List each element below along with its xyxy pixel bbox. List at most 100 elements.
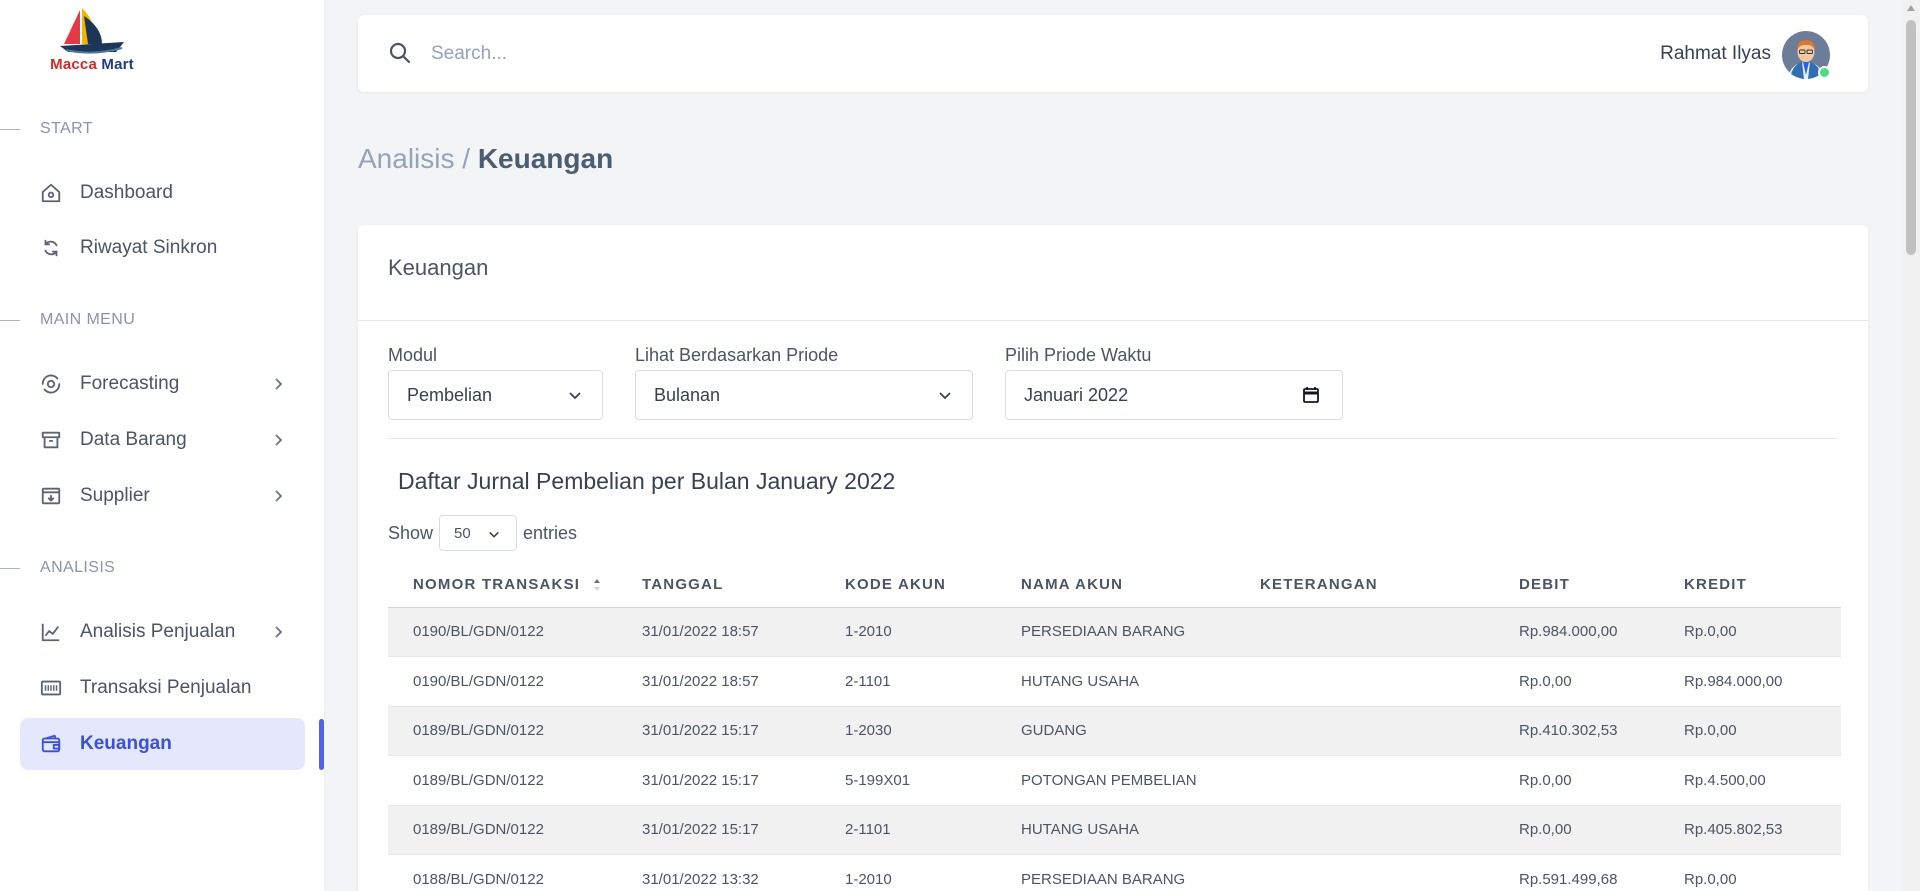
table-cell: 31/01/2022 15:17: [617, 805, 820, 855]
table-cell: 0188/BL/GDN/0122: [388, 854, 617, 891]
breadcrumb-parent[interactable]: Analisis: [358, 143, 454, 174]
section-label-start: START: [40, 120, 93, 137]
table-cell: Rp.4.500,00: [1659, 755, 1841, 806]
sidebar-item-label: Analisis Penjualan: [80, 621, 236, 642]
table-row[interactable]: 0190/BL/GDN/0122 31/01/2022 18:57 1-2010…: [388, 607, 1841, 657]
sailboat-logo-icon: [60, 8, 124, 54]
sidebar-item-label: Data Barang: [80, 429, 187, 450]
table-cell: 2-1101: [820, 805, 996, 855]
user-name[interactable]: Rahmat Ilyas: [1660, 43, 1771, 65]
chevron-right-icon: [275, 378, 283, 390]
page-scrollbar[interactable]: [1902, 0, 1920, 891]
brand-name: Macca Mart: [44, 56, 140, 73]
sidebar-item-forecasting[interactable]: Forecasting: [20, 358, 305, 410]
table-row[interactable]: 0189/BL/GDN/0122 31/01/2022 15:17 2-1101…: [388, 805, 1841, 855]
sidebar-item-riwayat-sinkron[interactable]: Riwayat Sinkron: [20, 222, 305, 274]
modul-value: Pembelian: [407, 384, 493, 405]
sidebar-item-keuangan[interactable]: Keuangan: [20, 718, 305, 770]
online-status-indicator: [1818, 66, 1831, 79]
brand-logo[interactable]: Macca Mart: [44, 6, 140, 76]
waktu-value: Januari 2022: [1024, 384, 1129, 405]
table-cell: [1235, 656, 1494, 707]
table-title: Daftar Jurnal Pembelian per Bulan Januar…: [398, 468, 896, 494]
column-header[interactable]: NAMA AKUN: [996, 562, 1235, 608]
card-title: Keuangan: [388, 255, 489, 280]
chevron-right-icon: [275, 626, 283, 638]
calendar-icon[interactable]: [1302, 386, 1320, 404]
table-cell: [1235, 755, 1494, 806]
table-cell: Rp.0,00: [1494, 656, 1659, 707]
column-header[interactable]: KREDIT: [1659, 562, 1841, 608]
breadcrumb-current: Keuangan: [477, 143, 614, 174]
table-cell: 31/01/2022 13:32: [617, 854, 820, 891]
table-row[interactable]: 0189/BL/GDN/0122 31/01/2022 15:17 1-2030…: [388, 706, 1841, 756]
home-icon: [40, 182, 62, 204]
modul-label: Modul: [388, 345, 438, 365]
sidebar-item-label: Keuangan: [80, 733, 172, 754]
periode-label: Lihat Berdasarkan Priode: [635, 345, 839, 365]
column-header[interactable]: KETERANGAN: [1235, 562, 1494, 608]
barcode-icon: [40, 677, 62, 699]
waktu-month-picker[interactable]: Januari 2022: [1005, 370, 1343, 420]
table-cell: Rp.0,00: [1659, 854, 1841, 891]
chevron-down-icon: [569, 392, 581, 400]
sidebar-item-label: Transaksi Penjualan: [80, 677, 252, 698]
sidebar-item-supplier[interactable]: Supplier: [20, 470, 305, 522]
show-suffix: entries: [523, 522, 578, 543]
table-cell: Rp.984.000,00: [1659, 656, 1841, 707]
scroll-up-arrow-icon[interactable]: [1907, 5, 1915, 11]
card-divider: [358, 320, 1868, 321]
table-cell: 0190/BL/GDN/0122: [388, 607, 617, 657]
modul-select[interactable]: Pembelian: [388, 370, 603, 420]
brand-name-part1: Macca: [50, 56, 97, 73]
table-cell: Rp.0,00: [1659, 607, 1841, 657]
table-cell: 1-2010: [820, 607, 996, 657]
sidebar-item-transaksi-penjualan[interactable]: Transaksi Penjualan: [20, 662, 305, 714]
periode-value: Bulanan: [654, 384, 721, 405]
column-header-label: NAMA AKUN: [1021, 575, 1124, 593]
table-cell: 5-199X01: [820, 755, 996, 806]
table-cell: [1235, 854, 1494, 891]
table-cell: POTONGAN PEMBELIAN: [996, 755, 1235, 806]
table-cell: Rp.984.000,00: [1494, 607, 1659, 657]
table-cell: 1-2030: [820, 706, 996, 756]
periode-select[interactable]: Bulanan: [635, 370, 973, 420]
column-header[interactable]: DEBIT: [1494, 562, 1659, 608]
wallet-icon: [40, 733, 62, 755]
breadcrumb-separator: /: [454, 143, 478, 174]
sidebar-item-label: Dashboard: [80, 182, 173, 203]
column-header[interactable]: KODE AKUN: [820, 562, 996, 608]
scrollbar-thumb[interactable]: [1906, 20, 1916, 255]
sidebar-item-analisis-penjualan[interactable]: Analisis Penjualan: [20, 606, 305, 658]
column-header-label: KETERANGAN: [1260, 575, 1378, 593]
column-header[interactable]: NOMOR TRANSAKSI: [388, 562, 617, 608]
table-row[interactable]: 0188/BL/GDN/0122 31/01/2022 13:32 1-2010…: [388, 854, 1841, 891]
table-cell: Rp.410.302,53: [1494, 706, 1659, 756]
filter-divider: [388, 438, 1838, 439]
section-divider: [0, 320, 20, 321]
column-header-label: NOMOR TRANSAKSI: [413, 575, 581, 593]
table-cell: Rp.0,00: [1494, 805, 1659, 855]
table-cell: Rp.0,00: [1659, 706, 1841, 756]
sidebar-item-data-barang[interactable]: Data Barang: [20, 414, 305, 466]
chevron-down-icon: [939, 392, 951, 400]
sidebar-item-label: Forecasting: [80, 373, 180, 394]
column-header-label: DEBIT: [1519, 575, 1570, 593]
table-cell: GUDANG: [996, 706, 1235, 756]
search-input[interactable]: [431, 37, 1131, 71]
sidebar-item-label: Supplier: [80, 485, 150, 506]
table-row[interactable]: 0190/BL/GDN/0122 31/01/2022 18:57 2-1101…: [388, 656, 1841, 707]
entries-select[interactable]: 50: [439, 515, 518, 551]
brand-name-part2: Mart: [101, 56, 134, 73]
search-icon[interactable]: [388, 41, 412, 65]
table-cell: 0189/BL/GDN/0122: [388, 805, 617, 855]
chevron-right-icon: [275, 490, 283, 502]
avatar[interactable]: [1782, 31, 1831, 79]
table-cell: HUTANG USAHA: [996, 805, 1235, 855]
section-divider: [0, 129, 20, 130]
sidebar-item-dashboard[interactable]: Dashboard: [20, 167, 305, 219]
table-cell: 2-1101: [820, 656, 996, 707]
column-header[interactable]: TANGGAL: [617, 562, 820, 608]
chevron-down-icon: [489, 531, 499, 538]
table-row[interactable]: 0189/BL/GDN/0122 31/01/2022 15:17 5-199X…: [388, 755, 1841, 806]
